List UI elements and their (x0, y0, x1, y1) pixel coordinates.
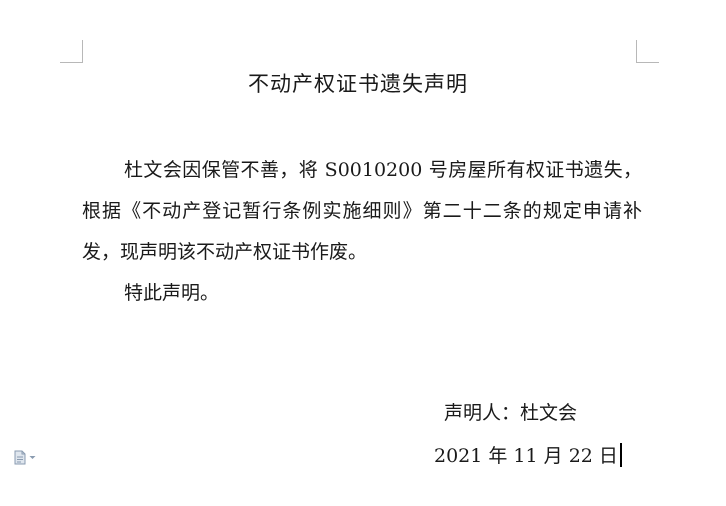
page-title: 不动产权证书遗失声明 (248, 72, 468, 96)
top-left-margin-mark (60, 40, 83, 63)
signature-line: 声明人：杜文会 (444, 402, 578, 424)
document-body[interactable]: 杜文会因保管不善，将 S0010200 号房屋所有权证书遗失，根据《不动产登记暂… (82, 150, 642, 314)
paste-options-button[interactable] (14, 450, 36, 465)
text-cursor (619, 442, 622, 467)
paragraph-statement: 杜文会因保管不善，将 S0010200 号房屋所有权证书遗失，根据《不动产登记暂… (82, 159, 642, 263)
date-line: 2021 年 11 月 22 日 (434, 445, 618, 467)
document-page[interactable]: 不动产权证书遗失声明 杜文会因保管不善，将 S0010200 号房屋所有权证书遗… (0, 0, 726, 506)
top-right-margin-mark (636, 40, 659, 63)
date-line-container: 2021 年 11 月 22 日 (434, 441, 622, 468)
paragraph-closing: 特此声明。 (124, 282, 220, 304)
chevron-down-icon (29, 455, 36, 460)
paste-options-icon (14, 450, 26, 465)
